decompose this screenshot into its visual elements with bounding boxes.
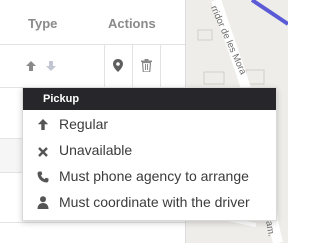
menu-item-phone-agency[interactable]: Must phone agency to arrange [23,164,276,190]
arrow-down-icon[interactable] [45,60,57,72]
menu-item-unavailable[interactable]: Unavailable [23,138,276,164]
pickup-type-menu: Pickup Regular Unavailable Must phone ag… [22,87,277,221]
menu-item-regular[interactable]: Regular [23,112,276,138]
column-header-type[interactable]: Type [28,16,57,31]
close-icon [38,147,48,157]
menu-item-coordinate-driver[interactable]: Must coordinate with the driver [23,190,276,216]
trash-icon[interactable] [141,59,152,72]
user-icon [37,196,49,209]
row-divider [0,222,185,223]
menu-header: Pickup [23,88,276,110]
cell-divider [160,45,161,87]
column-header-actions: Actions [108,16,156,31]
phone-icon [37,171,49,183]
menu-item-label: Must phone agency to arrange [59,168,249,184]
arrow-up-icon [37,119,49,130]
menu-header-label: Pickup [43,93,80,105]
map-pin-icon[interactable] [113,59,123,72]
cell-divider [104,45,105,87]
cell-divider [132,45,133,87]
row-divider [0,44,185,45]
menu-item-label: Regular [59,116,109,132]
menu-item-label: Must coordinate with the driver [59,194,250,210]
arrow-up-icon[interactable] [25,60,37,72]
menu-item-label: Unavailable [59,142,133,158]
